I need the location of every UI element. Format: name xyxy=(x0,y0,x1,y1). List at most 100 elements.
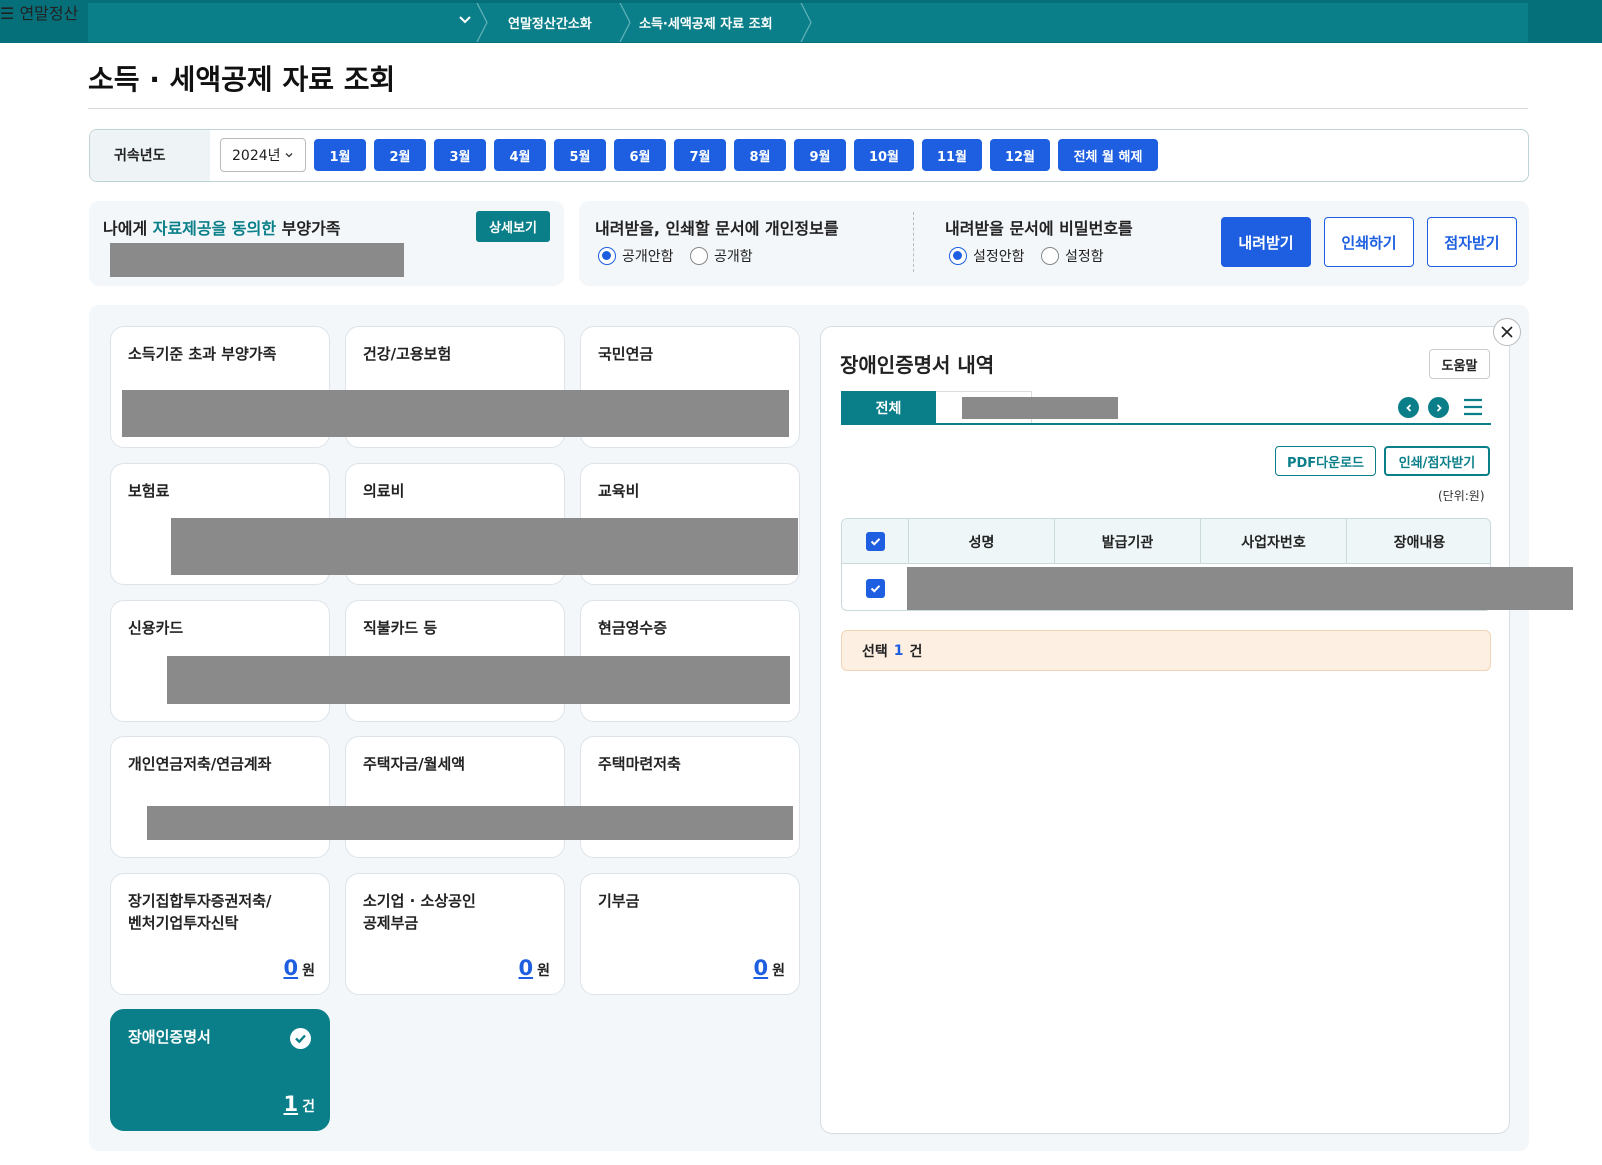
month-button-12[interactable]: 12월 xyxy=(990,139,1050,171)
card-amount: 0원 xyxy=(518,956,550,980)
column-header-disability[interactable]: 장애내용 xyxy=(1346,519,1490,564)
card-title: 직불카드 등 xyxy=(363,619,438,637)
redacted-card-values-row2 xyxy=(171,518,798,575)
month-button-7[interactable]: 7월 xyxy=(674,139,726,171)
card-title: 주택마련저축 xyxy=(598,755,681,773)
pdf-download-button[interactable]: PDF다운로드 xyxy=(1275,446,1376,476)
month-button-10[interactable]: 10월 xyxy=(854,139,914,171)
close-icon xyxy=(1501,326,1513,338)
month-button-8[interactable]: 8월 xyxy=(734,139,786,171)
selection-label: 선택 xyxy=(862,643,888,660)
braille-button[interactable]: 점자받기 xyxy=(1427,217,1517,267)
hamburger-icon: ☰ xyxy=(0,4,15,23)
month-button-9[interactable]: 9월 xyxy=(794,139,846,171)
select-all-checkbox[interactable] xyxy=(865,532,885,551)
chevron-left-icon xyxy=(1405,403,1411,412)
breadcrumb-separator-icon xyxy=(800,3,812,42)
year-select-value: 2024년 xyxy=(232,148,281,164)
check-circle-icon xyxy=(290,1028,311,1049)
month-button-11[interactable]: 11월 xyxy=(922,139,982,171)
card-title: 장애인증명서 xyxy=(128,1028,211,1046)
redacted-table-row xyxy=(907,567,1573,610)
column-header-issuer[interactable]: 발급기관 xyxy=(1054,519,1200,564)
options-divider xyxy=(913,212,914,272)
main-menu-button[interactable]: ☰ 연말정산 xyxy=(0,0,78,43)
column-header-name[interactable]: 성명 xyxy=(908,519,1054,564)
breadcrumb-item-year-end-simplified[interactable]: 연말정산간소화 xyxy=(508,3,592,42)
radio-unchecked-icon xyxy=(1041,247,1059,265)
table-header: 성명 발급기관 사업자번호 장애내용 xyxy=(842,519,1490,564)
radio-checked-icon xyxy=(949,247,967,265)
privacy-option-hide[interactable]: 공개안함 xyxy=(598,246,674,266)
card-amount: 0원 xyxy=(283,956,315,980)
page-title: 소득 · 세액공제 자료 조회 xyxy=(88,63,396,96)
card-title: 보험료 xyxy=(128,482,170,500)
year-label: 귀속년도 xyxy=(114,148,166,164)
password-option-none[interactable]: 설정안함 xyxy=(949,246,1025,266)
card-title: 소기업 · 소상공인 공제부금 xyxy=(363,892,476,932)
print-braille-button[interactable]: 인쇄/점자받기 xyxy=(1384,446,1490,476)
card-amount-value[interactable]: 0 xyxy=(753,956,768,980)
title-divider xyxy=(88,108,1528,109)
card-amount-unit: 원 xyxy=(537,963,550,979)
password-none-label: 설정안함 xyxy=(973,249,1025,265)
card-title: 장기집합투자증권저축/ 벤처기업투자신탁 xyxy=(128,892,272,932)
card-disability-certificate[interactable]: 장애인증명서 1건 xyxy=(110,1009,330,1131)
card-title: 소득기준 초과 부양가족 xyxy=(128,345,277,363)
row-checkbox[interactable] xyxy=(865,578,885,598)
help-button[interactable]: 도움말 xyxy=(1429,349,1490,379)
password-option-title: 내려받을 문서에 비밀번호를 xyxy=(945,219,1133,238)
redacted-tab-names xyxy=(962,397,1118,419)
column-header-business-number[interactable]: 사업자번호 xyxy=(1200,519,1346,564)
card-title: 국민연금 xyxy=(598,345,654,363)
print-button[interactable]: 인쇄하기 xyxy=(1324,217,1414,267)
privacy-option-title: 내려받을, 인쇄할 문서에 개인정보를 xyxy=(595,219,839,238)
detail-view-button[interactable]: 상세보기 xyxy=(476,211,550,242)
breadcrumb-item-current[interactable]: 소득·세액공제 자료 조회 xyxy=(639,3,773,42)
tab-next-button[interactable] xyxy=(1428,397,1449,418)
month-button-6[interactable]: 6월 xyxy=(614,139,666,171)
card-title: 건강/고용보험 xyxy=(363,345,452,363)
card-count-unit: 건 xyxy=(302,1099,315,1115)
redacted-card-values-row3 xyxy=(167,656,790,704)
consent-title-suffix: 부양가족 xyxy=(276,219,341,238)
card-long-term-investment[interactable]: 장기집합투자증권저축/ 벤처기업투자신탁 0원 xyxy=(110,873,330,995)
card-amount-value[interactable]: 0 xyxy=(518,956,533,980)
card-amount-value[interactable]: 0 xyxy=(283,956,298,980)
month-button-5[interactable]: 5월 xyxy=(554,139,606,171)
main-menu-label: 연말정산 xyxy=(19,4,79,23)
card-title: 교육비 xyxy=(598,482,640,500)
clear-all-months-button[interactable]: 전체 월 해제 xyxy=(1058,139,1158,171)
tab-prev-button[interactable] xyxy=(1398,397,1419,418)
privacy-option-show[interactable]: 공개함 xyxy=(690,246,753,266)
download-button[interactable]: 내려받기 xyxy=(1221,217,1311,267)
breadcrumb-separator-icon xyxy=(619,3,631,42)
card-title: 신용카드 xyxy=(128,619,184,637)
card-count-value[interactable]: 1 xyxy=(283,1092,298,1116)
detail-panel-title: 장애인증명서 내역 xyxy=(840,353,995,377)
card-title: 주택자금/월세액 xyxy=(363,755,466,773)
month-button-4[interactable]: 4월 xyxy=(494,139,546,171)
card-count: 1건 xyxy=(283,1092,315,1116)
card-small-business-mutual-aid[interactable]: 소기업 · 소상공인 공제부금 0원 xyxy=(345,873,565,995)
password-option-set[interactable]: 설정함 xyxy=(1041,246,1104,266)
card-donations[interactable]: 기부금 0원 xyxy=(580,873,800,995)
year-select[interactable]: 2024년 xyxy=(220,138,306,172)
chevron-down-icon[interactable] xyxy=(458,13,472,27)
card-amount-unit: 원 xyxy=(772,963,785,979)
selection-summary: 선택 1 건 xyxy=(841,630,1491,671)
radio-unchecked-icon xyxy=(690,247,708,265)
month-button-3[interactable]: 3월 xyxy=(434,139,486,171)
consented-dependents-title: 나에게 자료제공을 동의한 부양가족 xyxy=(103,215,341,239)
table-row-checkbox-cell xyxy=(842,564,908,610)
list-menu-icon[interactable] xyxy=(1462,397,1484,417)
card-title: 개인연금저축/연금계좌 xyxy=(128,755,272,773)
radio-checked-icon xyxy=(598,247,616,265)
password-set-label: 설정함 xyxy=(1065,249,1104,265)
close-panel-button[interactable] xyxy=(1493,318,1521,346)
month-button-1[interactable]: 1월 xyxy=(314,139,366,171)
chevron-down-icon xyxy=(285,153,292,158)
month-button-2[interactable]: 2월 xyxy=(374,139,426,171)
tab-all[interactable]: 전체 xyxy=(841,391,936,424)
breadcrumb-separator-icon xyxy=(476,3,488,42)
